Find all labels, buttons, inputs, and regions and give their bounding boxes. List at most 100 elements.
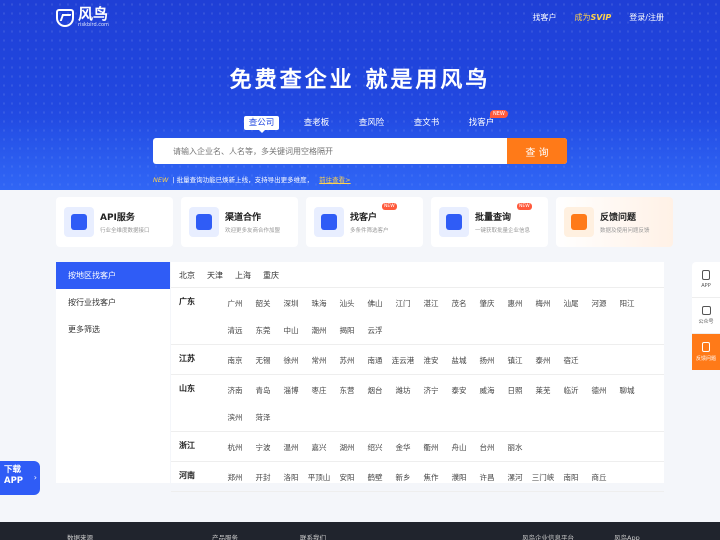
city-link[interactable]: 河源 bbox=[585, 290, 613, 317]
city-link[interactable]: 南阳 bbox=[557, 464, 585, 491]
city-link[interactable]: 泰安 bbox=[445, 377, 473, 404]
city-link[interactable]: 常州 bbox=[305, 347, 333, 374]
city-link[interactable]: 烟台 bbox=[361, 377, 389, 404]
city-link[interactable]: 杭州 bbox=[221, 434, 249, 461]
city-link[interactable]: 濮阳 bbox=[445, 464, 473, 491]
city-link[interactable]: 南京 bbox=[221, 347, 249, 374]
city-link[interactable]: 阳江 bbox=[613, 290, 641, 317]
city-link[interactable]: 许昌 bbox=[473, 464, 501, 491]
city-link[interactable]: 汕尾 bbox=[557, 290, 585, 317]
city-link[interactable]: 湛江 bbox=[417, 290, 445, 317]
feature-feedback[interactable]: 反馈问题 数据及使用问题反馈 bbox=[556, 197, 673, 247]
city-link[interactable]: 连云港 bbox=[389, 347, 417, 374]
tab-boss[interactable]: 查老板 bbox=[289, 116, 344, 128]
city-link[interactable]: 三门峡 bbox=[529, 464, 557, 491]
city-link[interactable]: 郑州 bbox=[221, 464, 249, 491]
city-link[interactable]: 莱芜 bbox=[529, 377, 557, 404]
nav-find-customers[interactable]: 找客户 bbox=[533, 12, 557, 23]
tab-company[interactable]: 查公司 bbox=[234, 116, 289, 133]
city-link[interactable]: 洛阳 bbox=[277, 464, 305, 491]
feature-api[interactable]: API服务 行业全维度数据接口 bbox=[56, 197, 173, 247]
city-link[interactable]: 深圳 bbox=[277, 290, 305, 317]
city-link[interactable]: 盐城 bbox=[445, 347, 473, 374]
city-link[interactable]: 镇江 bbox=[501, 347, 529, 374]
city-link[interactable]: 中山 bbox=[277, 317, 305, 344]
rail-wechat[interactable]: 公众号 bbox=[692, 298, 720, 334]
city-link[interactable]: 安阳 bbox=[333, 464, 361, 491]
city-link[interactable]: 南通 bbox=[361, 347, 389, 374]
city-link[interactable]: 济宁 bbox=[417, 377, 445, 404]
city-link[interactable]: 泰州 bbox=[529, 347, 557, 374]
city-link[interactable]: 宿迁 bbox=[557, 347, 585, 374]
city-link[interactable]: 东营 bbox=[333, 377, 361, 404]
nav-login[interactable]: 登录/注册 bbox=[629, 12, 664, 23]
city-link[interactable]: 金华 bbox=[389, 434, 417, 461]
city-link[interactable]: 北京 bbox=[179, 270, 195, 287]
city-link[interactable]: 嘉兴 bbox=[305, 434, 333, 461]
feature-find-customers[interactable]: 找客户 多条件筛选客户 NEW bbox=[306, 197, 423, 247]
city-link[interactable]: 潮州 bbox=[305, 317, 333, 344]
notice-link[interactable]: 前往查看> bbox=[319, 176, 350, 184]
city-link[interactable]: 扬州 bbox=[473, 347, 501, 374]
city-link[interactable]: 重庆 bbox=[263, 270, 279, 287]
city-link[interactable]: 清远 bbox=[221, 317, 249, 344]
sidebar-item-more-filters[interactable]: 更多筛选 bbox=[56, 316, 170, 343]
city-link[interactable]: 上海 bbox=[235, 270, 251, 287]
search-input[interactable] bbox=[153, 138, 507, 164]
city-link[interactable]: 惠州 bbox=[501, 290, 529, 317]
city-link[interactable]: 绍兴 bbox=[361, 434, 389, 461]
city-link[interactable]: 德州 bbox=[585, 377, 613, 404]
city-link[interactable]: 滨州 bbox=[221, 404, 249, 431]
city-link[interactable]: 东莞 bbox=[249, 317, 277, 344]
nav-become-vip[interactable]: 成为SVIP bbox=[575, 12, 612, 23]
city-link[interactable]: 珠海 bbox=[305, 290, 333, 317]
city-link[interactable]: 淄博 bbox=[277, 377, 305, 404]
feature-batch-query[interactable]: 批量查询 一键获取批量企业信息 NEW bbox=[431, 197, 548, 247]
city-link[interactable]: 汕头 bbox=[333, 290, 361, 317]
tab-documents[interactable]: 查文书 bbox=[399, 116, 454, 128]
city-link[interactable]: 潍坊 bbox=[389, 377, 417, 404]
city-link[interactable]: 淮安 bbox=[417, 347, 445, 374]
city-link[interactable]: 茂名 bbox=[445, 290, 473, 317]
city-link[interactable]: 徐州 bbox=[277, 347, 305, 374]
city-link[interactable]: 揭阳 bbox=[333, 317, 361, 344]
city-link[interactable]: 韶关 bbox=[249, 290, 277, 317]
city-link[interactable]: 无锡 bbox=[249, 347, 277, 374]
city-link[interactable]: 台州 bbox=[473, 434, 501, 461]
city-link[interactable]: 威海 bbox=[473, 377, 501, 404]
city-link[interactable]: 临沂 bbox=[557, 377, 585, 404]
rail-app[interactable]: APP bbox=[692, 262, 720, 298]
city-link[interactable]: 枣庄 bbox=[305, 377, 333, 404]
download-app-button[interactable]: 下载 APP › bbox=[0, 461, 40, 495]
city-link[interactable]: 舟山 bbox=[445, 434, 473, 461]
city-link[interactable]: 聊城 bbox=[613, 377, 641, 404]
sidebar-item-by-region[interactable]: 按地区找客户 bbox=[56, 262, 170, 289]
city-link[interactable]: 广州 bbox=[221, 290, 249, 317]
city-link[interactable]: 焦作 bbox=[417, 464, 445, 491]
city-link[interactable]: 云浮 bbox=[361, 317, 389, 344]
city-link[interactable]: 商丘 bbox=[585, 464, 613, 491]
city-link[interactable]: 新乡 bbox=[389, 464, 417, 491]
city-link[interactable]: 菏泽 bbox=[249, 404, 277, 431]
rail-feedback[interactable]: 反馈问题 bbox=[692, 334, 720, 370]
city-link[interactable]: 温州 bbox=[277, 434, 305, 461]
logo[interactable]: 风鸟 riskbird.com bbox=[56, 7, 109, 28]
sidebar-item-by-industry[interactable]: 按行业找客户 bbox=[56, 289, 170, 316]
city-link[interactable]: 江门 bbox=[389, 290, 417, 317]
city-link[interactable]: 宁波 bbox=[249, 434, 277, 461]
city-link[interactable]: 漯河 bbox=[501, 464, 529, 491]
city-link[interactable]: 湖州 bbox=[333, 434, 361, 461]
search-button[interactable]: 查 询 bbox=[507, 138, 567, 164]
city-link[interactable]: 梅州 bbox=[529, 290, 557, 317]
city-link[interactable]: 天津 bbox=[207, 270, 223, 287]
city-link[interactable]: 丽水 bbox=[501, 434, 529, 461]
city-link[interactable]: 青岛 bbox=[249, 377, 277, 404]
city-link[interactable]: 衢州 bbox=[417, 434, 445, 461]
city-link[interactable]: 开封 bbox=[249, 464, 277, 491]
tab-risk[interactable]: 查风险 bbox=[344, 116, 399, 128]
tab-find-customers[interactable]: 找客户 NEW bbox=[454, 110, 509, 128]
city-link[interactable]: 平顶山 bbox=[305, 464, 333, 491]
city-link[interactable]: 苏州 bbox=[333, 347, 361, 374]
city-link[interactable]: 济南 bbox=[221, 377, 249, 404]
feature-channel[interactable]: 渠道合作 欢迎更多友商合作加盟 bbox=[181, 197, 298, 247]
